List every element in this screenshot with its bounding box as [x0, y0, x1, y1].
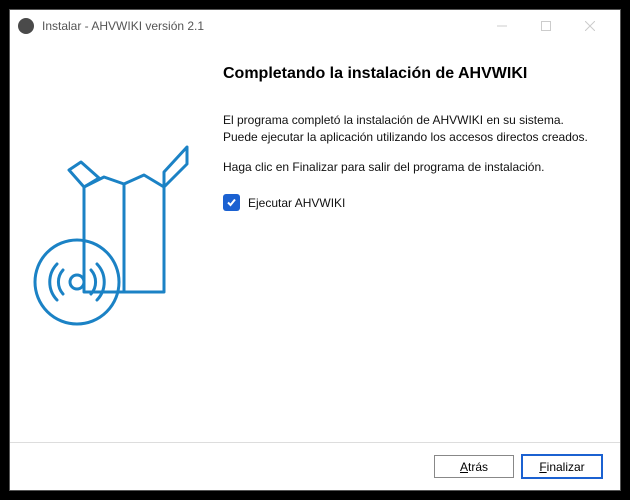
completion-paragraph-2: Haga clic en Finalizar para salir del pr…: [223, 159, 592, 176]
content-area: Completando la instalación de AHVWIKI El…: [10, 42, 620, 442]
maximize-icon: [541, 21, 551, 31]
button-bar: Atrás Finalizar: [10, 442, 620, 490]
close-button[interactable]: [568, 12, 612, 40]
launch-checkbox-label[interactable]: Ejecutar AHVWIKI: [248, 196, 345, 210]
wizard-sidebar: [10, 42, 207, 442]
back-button[interactable]: Atrás: [434, 455, 514, 478]
launch-checkbox-row: Ejecutar AHVWIKI: [223, 194, 592, 211]
app-icon: [18, 18, 34, 34]
installer-window: Instalar - AHVWIKI versión 2.1: [9, 9, 621, 491]
titlebar: Instalar - AHVWIKI versión 2.1: [10, 10, 620, 42]
maximize-button[interactable]: [524, 12, 568, 40]
checkmark-icon: [226, 197, 237, 208]
finish-button[interactable]: Finalizar: [522, 455, 602, 478]
wizard-main: Completando la instalación de AHVWIKI El…: [207, 42, 620, 442]
minimize-button[interactable]: [480, 12, 524, 40]
minimize-icon: [497, 21, 507, 31]
completion-paragraph-1: El programa completó la instalación de A…: [223, 112, 592, 147]
page-heading: Completando la instalación de AHVWIKI: [223, 64, 592, 84]
close-icon: [585, 21, 595, 31]
window-title: Instalar - AHVWIKI versión 2.1: [42, 19, 480, 33]
window-controls: [480, 12, 612, 40]
launch-checkbox[interactable]: [223, 194, 240, 211]
package-disc-illustration: [29, 142, 189, 342]
